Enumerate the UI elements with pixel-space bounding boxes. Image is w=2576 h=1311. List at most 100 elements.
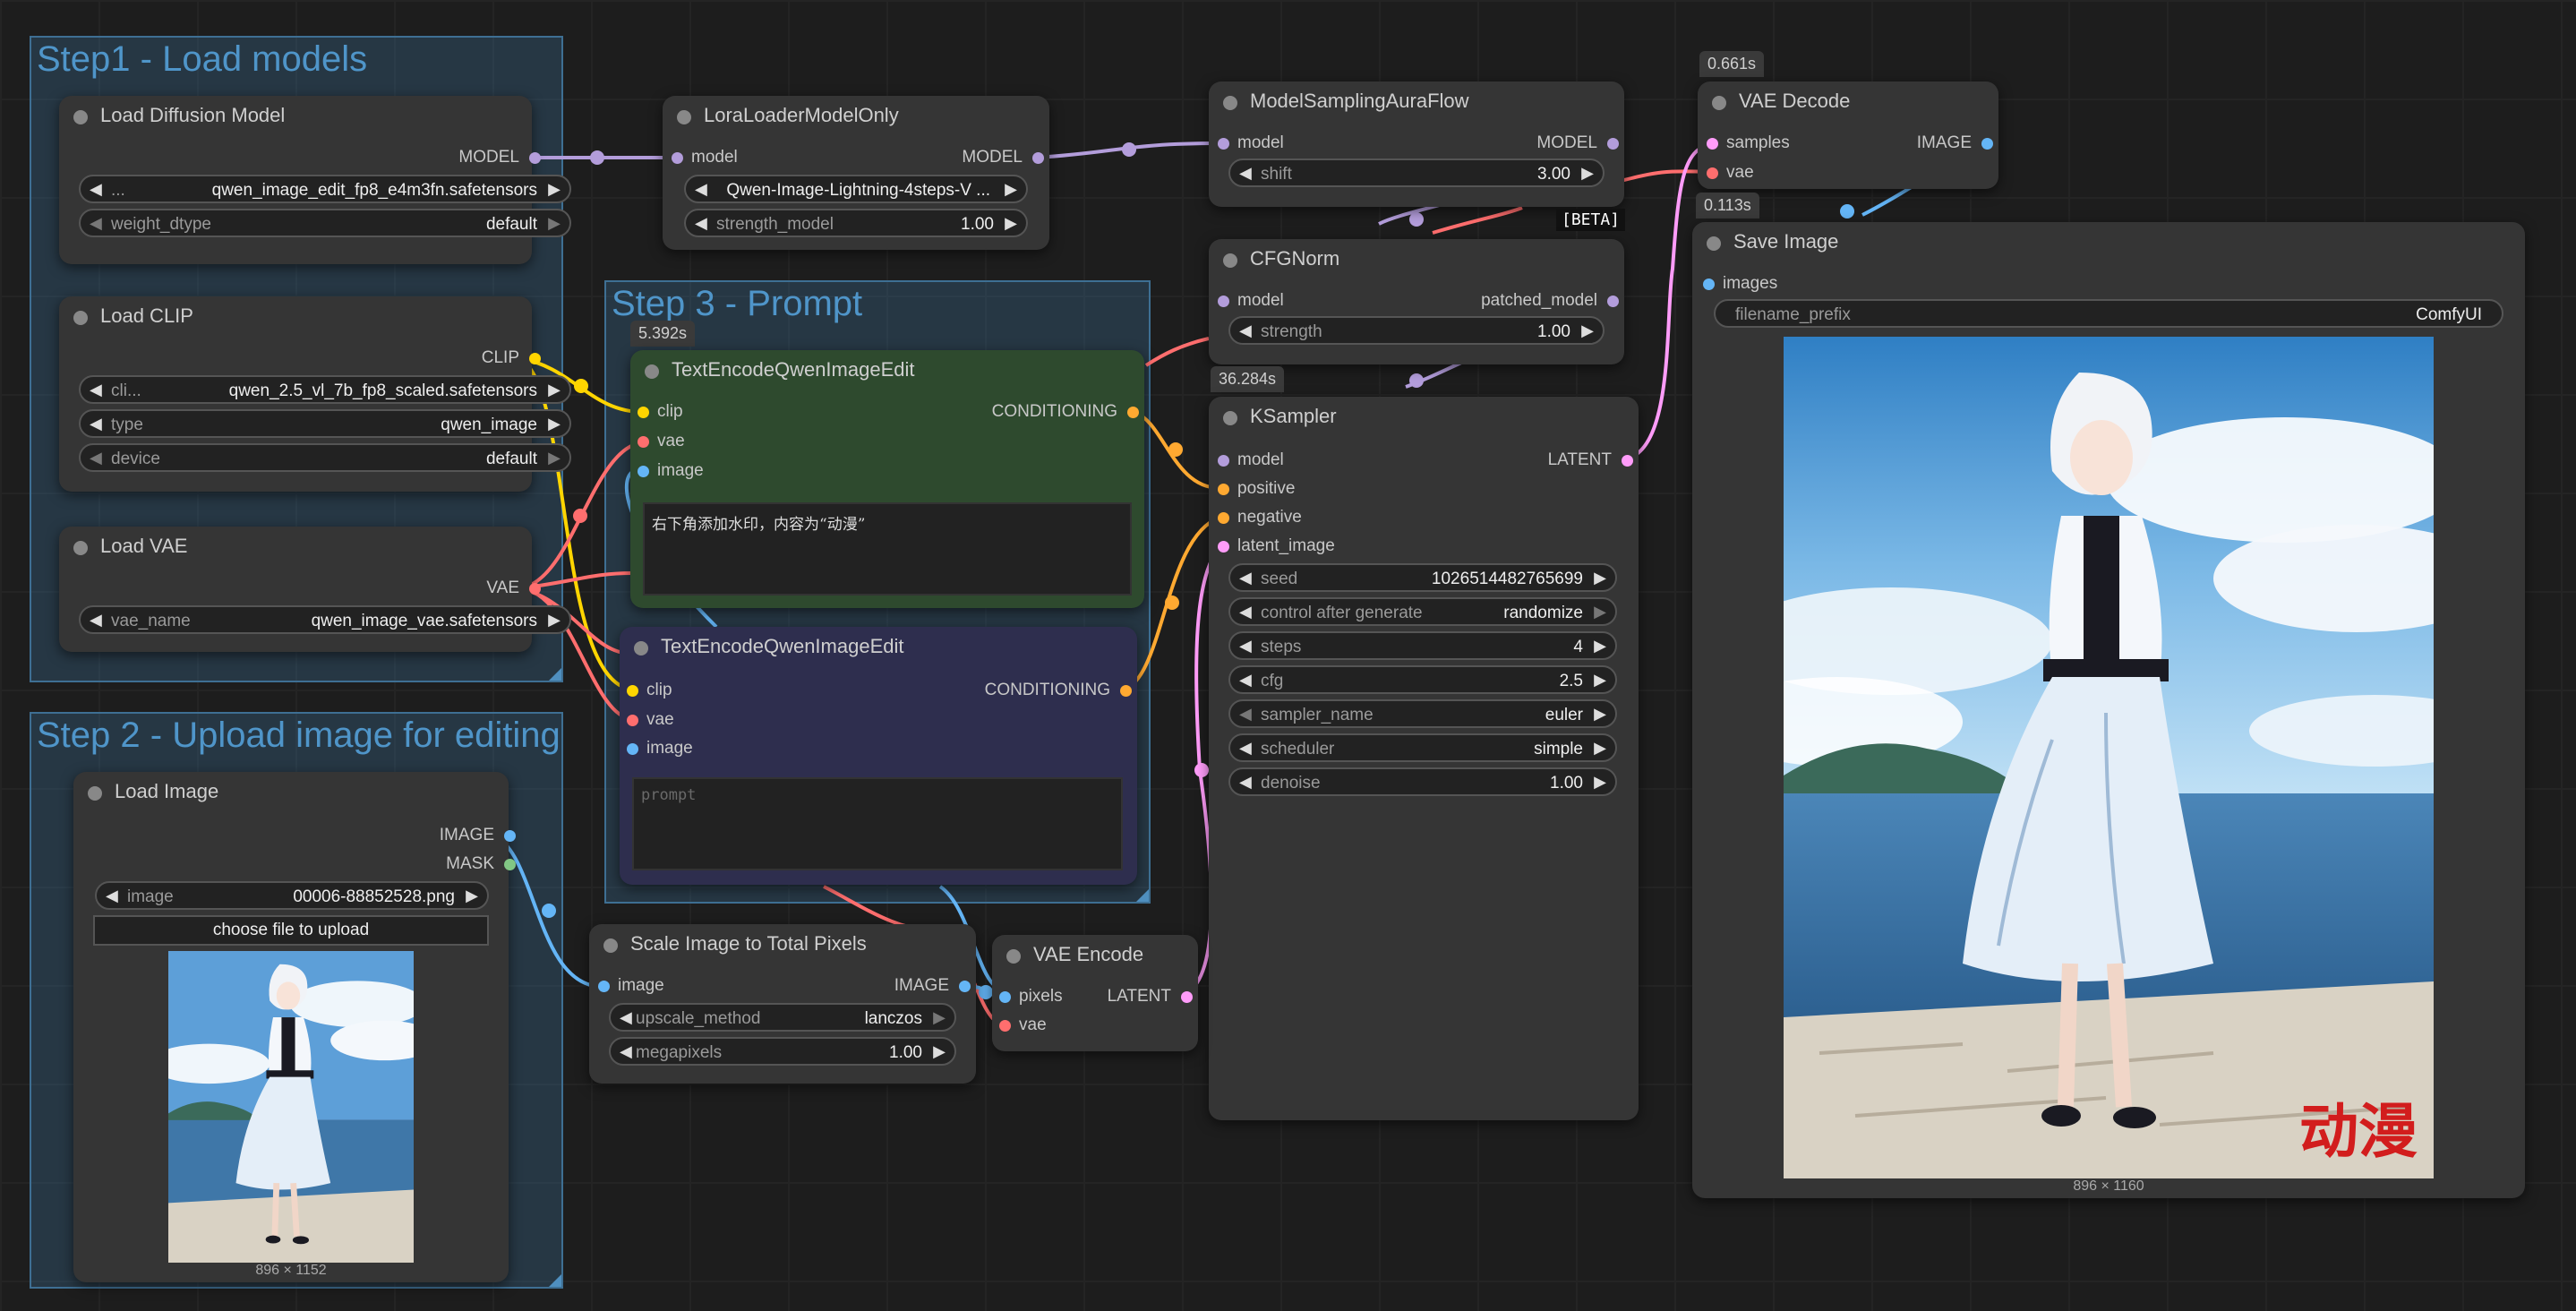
arrow-right-icon[interactable]: ▶ (1594, 569, 1606, 587)
slot-dot[interactable] (1981, 138, 1993, 150)
arrow-right-icon[interactable]: ▶ (548, 214, 561, 233)
slot-dot[interactable] (627, 685, 638, 697)
arrow-right-icon[interactable]: ▶ (548, 381, 561, 399)
slot-dot[interactable] (638, 466, 649, 477)
widget-denoise[interactable]: ◀ denoise 1.00 ▶ (1228, 767, 1617, 796)
slot-dot[interactable] (504, 830, 516, 842)
input-image[interactable]: image (638, 461, 704, 481)
arrow-left-icon[interactable]: ◀ (90, 381, 102, 399)
widget-unet-name[interactable]: ◀... qwen_image_edit_fp8_e4m3fn.safetenso… (79, 175, 571, 203)
input-model[interactable]: model (672, 148, 738, 167)
output-conditioning[interactable]: CONDITIONING (985, 681, 1132, 700)
output-model[interactable]: MODEL (1536, 133, 1619, 153)
arrow-left-icon[interactable]: ◀ (1239, 773, 1252, 792)
widget-megapixels[interactable]: ◀ megapixels 1.00 ▶ (609, 1037, 956, 1066)
output-model[interactable]: MODEL (458, 148, 541, 167)
widget-strength[interactable]: ◀ strength 1.00 ▶ (1228, 316, 1605, 345)
collapse-dot[interactable] (677, 110, 691, 124)
node-title-bar[interactable]: VAE Decode (1698, 81, 1998, 123)
slot-dot[interactable] (529, 583, 541, 595)
node-title-bar[interactable]: LoraLoaderModelOnly (663, 96, 1049, 137)
arrow-right-icon[interactable]: ▶ (1581, 321, 1594, 340)
arrow-left-icon[interactable]: ◀ (1239, 569, 1252, 587)
widget-steps[interactable]: ◀ steps 4 ▶ (1228, 631, 1617, 660)
input-image[interactable]: image (598, 976, 664, 996)
widget-image-select[interactable]: ◀ image 00006-88852528.png ▶ (95, 881, 489, 910)
node-title-bar[interactable]: Scale Image to Total Pixels (589, 924, 976, 965)
arrow-left-icon[interactable]: ◀ (90, 611, 102, 630)
input-images[interactable]: images (1703, 274, 1777, 294)
collapse-dot[interactable] (1223, 96, 1237, 110)
slot-dot[interactable] (627, 715, 638, 726)
output-image[interactable]: IMAGE (440, 826, 516, 845)
arrow-left-icon[interactable]: ◀ (695, 180, 707, 199)
collapse-dot[interactable] (73, 110, 88, 124)
widget-type[interactable]: ◀ type qwen_image ▶ (79, 409, 571, 438)
output-conditioning[interactable]: CONDITIONING (992, 402, 1139, 422)
input-pixels[interactable]: pixels (999, 987, 1063, 1007)
prompt-textarea[interactable]: 右下角添加水印，内容为“动漫” (643, 502, 1132, 596)
widget-filename-prefix[interactable]: filename_prefix ComfyUI (1714, 299, 2503, 328)
output-latent[interactable]: LATENT (1108, 987, 1193, 1007)
arrow-left-icon[interactable]: ◀ (1239, 164, 1252, 183)
collapse-dot[interactable] (1707, 236, 1721, 251)
arrow-left-icon[interactable]: ◀ (1239, 705, 1252, 724)
input-vae[interactable]: vae (638, 432, 685, 451)
output-latent[interactable]: LATENT (1548, 450, 1633, 470)
node-title-bar[interactable]: CFGNorm (1209, 239, 1624, 280)
slot-dot[interactable] (529, 152, 541, 164)
collapse-dot[interactable] (73, 311, 88, 325)
arrow-right-icon[interactable]: ▶ (1594, 773, 1606, 792)
input-latent-image[interactable]: latent_image (1218, 536, 1335, 556)
input-model[interactable]: model (1218, 291, 1284, 311)
widget-device[interactable]: ◀ device default ▶ (79, 443, 571, 472)
arrow-right-icon[interactable]: ▶ (548, 180, 561, 199)
slot-dot[interactable] (1707, 167, 1718, 179)
output-image[interactable]: IMAGE (894, 976, 971, 996)
slot-dot[interactable] (1607, 138, 1619, 150)
arrow-left-icon[interactable]: ◀ (106, 887, 118, 905)
input-vae[interactable]: vae (999, 1015, 1047, 1035)
prompt-textarea[interactable]: prompt (632, 777, 1123, 870)
slot-dot[interactable] (959, 981, 971, 992)
slot-dot[interactable] (1181, 991, 1193, 1003)
node-title-bar[interactable]: VAE Encode (992, 935, 1198, 976)
node-cfgnorm[interactable]: CFGNorm model patched_model ◀ strength 1.0… (1209, 239, 1624, 364)
slot-dot[interactable] (627, 743, 638, 755)
node-title-bar[interactable]: ModelSamplingAuraFlow (1209, 81, 1624, 123)
node-text-encode-positive[interactable]: TextEncodeQwenImageEdit clip vae image C… (630, 350, 1144, 608)
input-clip[interactable]: clip (638, 402, 683, 422)
arrow-left-icon[interactable]: ◀ (620, 1042, 632, 1061)
node-title-bar[interactable]: Load CLIP (59, 296, 532, 338)
slot-dot[interactable] (638, 407, 649, 418)
arrow-left-icon[interactable]: ◀ (1239, 321, 1252, 340)
arrow-right-icon[interactable]: ▶ (933, 1008, 946, 1027)
arrow-right-icon[interactable]: ▶ (1005, 180, 1017, 199)
arrow-left-icon[interactable]: ◀ (695, 214, 707, 233)
input-vae[interactable]: vae (1707, 163, 1754, 183)
input-image[interactable]: image (627, 739, 693, 758)
input-image-preview[interactable] (168, 951, 414, 1263)
slot-dot[interactable] (1032, 152, 1044, 164)
arrow-right-icon[interactable]: ▶ (548, 415, 561, 433)
collapse-dot[interactable] (88, 786, 102, 801)
arrow-right-icon[interactable]: ▶ (1594, 739, 1606, 758)
widget-vae-name[interactable]: ◀ vae_name qwen_image_vae.safetensors ▶ (79, 605, 571, 634)
node-text-encode-negative[interactable]: TextEncodeQwenImageEdit clip vae image C… (620, 627, 1137, 885)
slot-dot[interactable] (504, 859, 516, 870)
collapse-dot[interactable] (634, 641, 648, 656)
node-title-bar[interactable]: TextEncodeQwenImageEdit (630, 350, 1144, 391)
node-ksampler[interactable]: KSampler model positive negative latent_… (1209, 397, 1639, 1120)
node-title-bar[interactable]: Load Diffusion Model (59, 96, 532, 137)
arrow-right-icon[interactable]: ▶ (548, 449, 561, 467)
slot-dot[interactable] (529, 353, 541, 364)
input-model[interactable]: model (1218, 133, 1284, 153)
arrow-left-icon[interactable]: ◀ (620, 1008, 632, 1027)
slot-dot[interactable] (672, 152, 683, 164)
arrow-right-icon[interactable]: ▶ (1005, 214, 1017, 233)
arrow-left-icon[interactable]: ◀ (90, 415, 102, 433)
arrow-left-icon[interactable]: ◀ (1239, 739, 1252, 758)
widget-strength-model[interactable]: ◀ strength_model 1.00 ▶ (684, 209, 1028, 237)
slot-dot[interactable] (638, 436, 649, 448)
collapse-dot[interactable] (645, 364, 659, 379)
